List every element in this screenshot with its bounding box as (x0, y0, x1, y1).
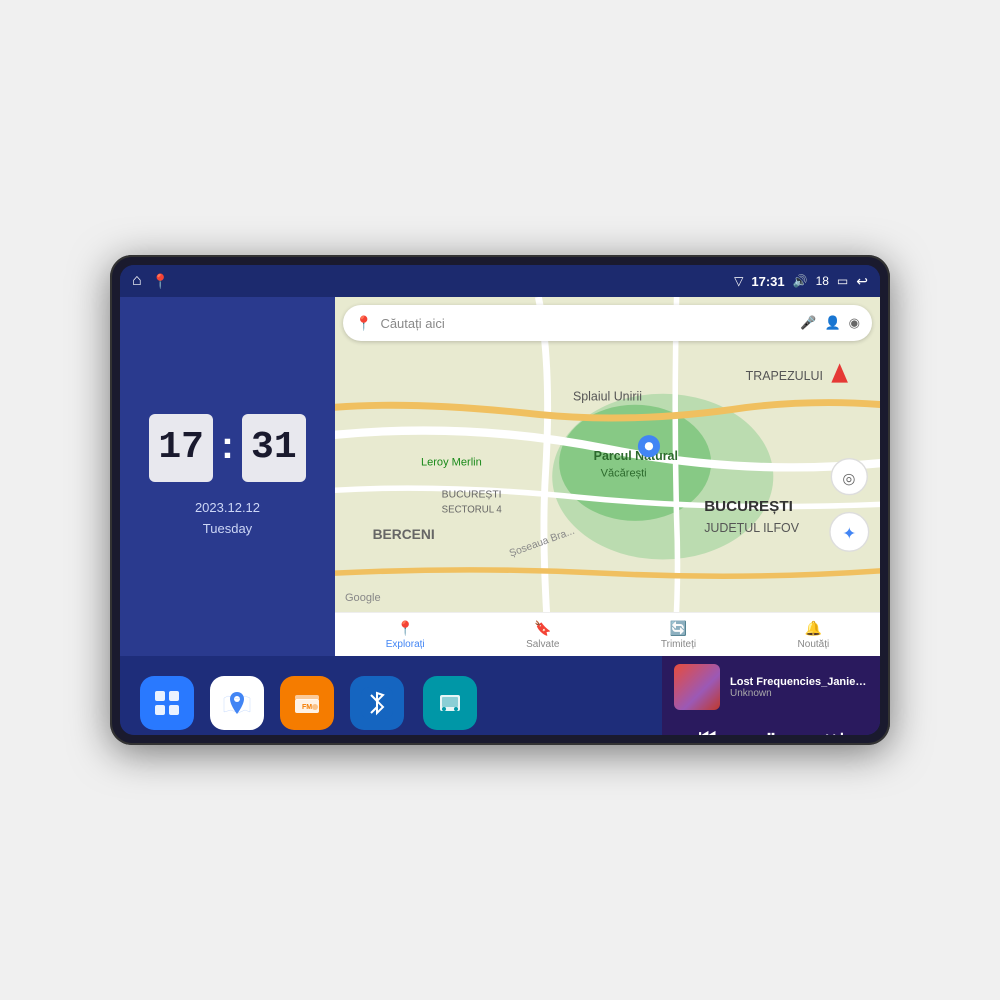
music-thumbnail (674, 664, 720, 710)
time-display: 17:31 (751, 274, 784, 289)
map-nav-trimiteti[interactable]: 🔄 Trimiteți (661, 620, 696, 650)
map-panel[interactable]: 📍 Căutați aici 🎤 👤 ◉ (335, 297, 880, 656)
clock-widget: 17 : 31 (149, 414, 306, 482)
svg-text:Splaiul Unirii: Splaiul Unirii (573, 390, 642, 404)
svg-text:◎: ◎ (842, 471, 855, 488)
play-pause-button[interactable]: ⏸ (761, 720, 780, 735)
map-nav-noutati[interactable]: 🔔 Noutăți (798, 620, 830, 650)
map-search-bar[interactable]: 📍 Căutați aici 🎤 👤 ◉ (343, 305, 872, 341)
clock-minutes: 31 (242, 414, 306, 482)
maps-label: Maps (224, 734, 251, 735)
device: ⌂ 📍 ▽ 17:31 🔊 18 ▭ ↩ 17 : 31 (110, 255, 890, 745)
map-search-placeholder[interactable]: Căutați aici (380, 316, 792, 331)
music-title: Lost Frequencies_Janieck Devy-... (730, 676, 868, 688)
status-left: ⌂ 📍 (132, 272, 169, 290)
battery-level: 18 (816, 274, 829, 288)
map-bottom-bar: 📍 Explorați 🔖 Salvate 🔄 Trimiteți 🔔 Nout… (335, 612, 880, 656)
svg-text:SECTORUL 4: SECTORUL 4 (442, 505, 503, 516)
clock-colon: : (221, 427, 234, 465)
map-search-actions: 🎤 👤 ◉ (800, 315, 860, 331)
carlink-icon (423, 676, 477, 730)
home-icon[interactable]: ⌂ (132, 272, 142, 290)
layers-icon[interactable]: ◉ (849, 315, 860, 331)
apps-icon (140, 676, 194, 730)
map-nav-salvate[interactable]: 🔖 Salvate (526, 620, 559, 650)
saved-icon: 🔖 (534, 620, 551, 637)
app-carlink[interactable]: Car Link 2.0 (420, 676, 479, 735)
signal-icon: ▽ (734, 274, 743, 288)
svg-text:BERCENI: BERCENI (373, 526, 435, 542)
map-nav-salvate-label: Salvate (526, 639, 559, 650)
status-right: ▽ 17:31 🔊 18 ▭ ↩ (734, 273, 868, 290)
radio-icon: FM (280, 676, 334, 730)
clock-hours: 17 (149, 414, 213, 482)
svg-text:Google: Google (345, 592, 381, 604)
svg-text:TRAPEZULUI: TRAPEZULUI (746, 369, 823, 383)
maps-pin-icon[interactable]: 📍 (152, 273, 169, 290)
day-value: Tuesday (195, 519, 260, 540)
svg-text:Văcărești: Văcărești (601, 468, 647, 480)
svg-text:JUDEȚUL ILFOV: JUDEȚUL ILFOV (704, 521, 800, 535)
map-nav-trimiteti-label: Trimiteți (661, 639, 696, 650)
date-value: 2023.12.12 (195, 498, 260, 519)
news-icon: 🔔 (805, 620, 822, 637)
svg-text:✦: ✦ (842, 524, 856, 543)
svg-text:BUCUREȘTI: BUCUREȘTI (704, 498, 793, 515)
next-button[interactable]: ⏭ (821, 722, 847, 735)
back-icon[interactable]: ↩ (856, 273, 868, 290)
music-text: Lost Frequencies_Janieck Devy-... Unknow… (730, 676, 868, 699)
map-background: Splaiul Unirii Parcul Natural Văcărești … (335, 297, 880, 656)
date-display: 2023.12.12 Tuesday (195, 498, 260, 540)
radio-label: radio (295, 734, 319, 735)
prev-button[interactable]: ⏮ (694, 722, 720, 735)
music-artist: Unknown (730, 688, 868, 699)
music-info-row: Lost Frequencies_Janieck Devy-... Unknow… (674, 664, 868, 710)
svg-text:Parcul Natural: Parcul Natural (594, 449, 678, 463)
clock-panel: 17 : 31 2023.12.12 Tuesday (120, 297, 335, 656)
status-bar: ⌂ 📍 ▽ 17:31 🔊 18 ▭ ↩ (120, 265, 880, 297)
share-icon: 🔄 (670, 620, 687, 637)
app-radio[interactable]: FM radio (280, 676, 334, 735)
bluetooth-label: Bluetooth (354, 734, 400, 735)
map-pin-icon: 📍 (355, 315, 372, 332)
carlink-label: Car Link 2.0 (420, 734, 479, 735)
map-nav-noutati-label: Noutăți (798, 639, 830, 650)
app-maps[interactable]: Maps (210, 676, 264, 735)
explore-icon: 📍 (396, 620, 413, 637)
map-nav-exploreaza-label: Explorați (386, 639, 425, 650)
svg-text:FM: FM (302, 704, 312, 711)
app-bluetooth[interactable]: Bluetooth (350, 676, 404, 735)
music-player: Lost Frequencies_Janieck Devy-... Unknow… (662, 656, 880, 735)
maps-icon (210, 676, 264, 730)
music-controls: ⏮ ⏸ ⏭ (674, 720, 868, 735)
apps-label: Apps (154, 734, 179, 735)
battery-icon: ▭ (837, 274, 848, 288)
main-content: 17 : 31 2023.12.12 Tuesday 📍 Căutați aic… (120, 297, 880, 656)
map-nav-exploreaza[interactable]: 📍 Explorați (386, 620, 425, 650)
bottom-area: Apps Maps (120, 656, 880, 735)
mic-icon[interactable]: 🎤 (800, 315, 816, 331)
account-icon[interactable]: 👤 (824, 315, 840, 331)
apps-row: Apps Maps (120, 656, 662, 735)
svg-text:Leroy Merlin: Leroy Merlin (421, 457, 482, 469)
bluetooth-icon (350, 676, 404, 730)
app-apps[interactable]: Apps (140, 676, 194, 735)
svg-text:BUCUREȘTI: BUCUREȘTI (442, 489, 502, 500)
volume-icon: 🔊 (793, 274, 808, 288)
device-screen: ⌂ 📍 ▽ 17:31 🔊 18 ▭ ↩ 17 : 31 (120, 265, 880, 735)
